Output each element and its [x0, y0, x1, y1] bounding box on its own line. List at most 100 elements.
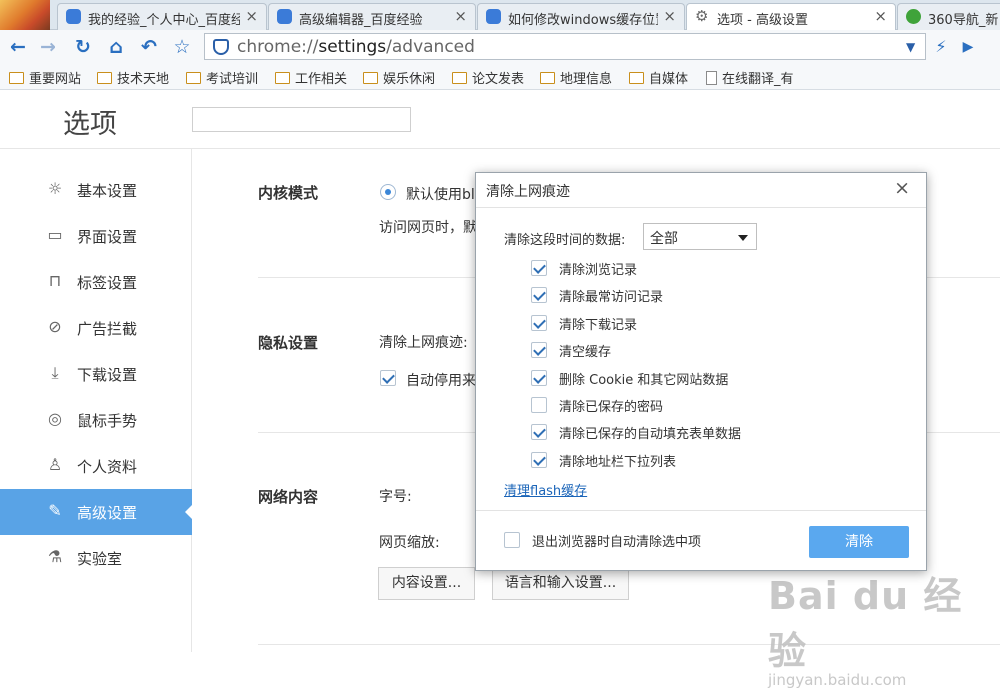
clear-option-checkbox[interactable] — [531, 260, 547, 276]
flask-icon: ⚗ — [47, 547, 63, 566]
bookmark-folder[interactable]: 地理信息 — [540, 68, 612, 87]
bookmark-folder[interactable]: 自媒体 — [629, 68, 688, 87]
baidu-paw-icon — [66, 9, 81, 24]
sidebar-item-basic[interactable]: ☼ 基本设置 — [0, 167, 192, 213]
language-settings-button[interactable]: 语言和输入设置... — [492, 567, 629, 600]
undo-close-icon[interactable]: ↶ — [138, 36, 160, 58]
sidebar-item-label: 基本设置 — [77, 182, 138, 200]
tab-my-experience[interactable]: 我的经验_个人中心_百度经 × — [57, 3, 267, 30]
bookmark-folder[interactable]: 技术天地 — [97, 68, 169, 87]
user-avatar[interactable] — [0, 0, 50, 30]
refresh-icon[interactable]: ↻ — [72, 36, 94, 58]
address-dropdown-icon[interactable]: ▼ — [906, 40, 915, 54]
tab-title: 选项 - 高级设置 — [717, 13, 808, 28]
sidebar-item-lab[interactable]: ⚗ 实验室 — [0, 535, 192, 581]
close-icon[interactable]: × — [874, 7, 887, 25]
auto-disable-checkbox[interactable] — [380, 370, 396, 386]
clear-option-label: 清除浏览记录 — [559, 263, 638, 278]
clear-option-checkbox[interactable] — [531, 397, 547, 413]
divider — [476, 510, 926, 511]
bookmark-page[interactable]: 在线翻译_有 — [706, 68, 794, 87]
bookmark-folder[interactable]: 娱乐休闲 — [363, 68, 435, 87]
bookmark-folder[interactable]: 论文发表 — [452, 68, 524, 87]
section-title-web-content: 网络内容 — [258, 488, 319, 506]
lightning-icon[interactable]: ⚡ — [930, 36, 952, 58]
play-icon[interactable]: ▶ — [957, 36, 979, 58]
back-icon[interactable]: ← — [7, 36, 29, 58]
page-zoom-label: 网页缩放: — [379, 535, 440, 551]
folder-icon — [186, 72, 201, 84]
sidebar-item-label: 下载设置 — [77, 366, 138, 384]
bookmark-folder[interactable]: 重要网站 — [9, 68, 81, 87]
close-icon[interactable]: × — [894, 177, 910, 199]
tab-advanced-editor[interactable]: 高级编辑器_百度经验 × — [268, 3, 476, 30]
auto-disable-label: 自动停用来 — [406, 373, 476, 389]
tab-360-nav[interactable]: 360导航_新 — [897, 3, 1000, 30]
sidebar-item-interface[interactable]: ▭ 界面设置 — [0, 213, 192, 259]
star-icon[interactable]: ☆ — [171, 36, 193, 58]
forward-icon[interactable]: → — [37, 36, 59, 58]
tab-title: 360导航_新 — [928, 13, 999, 28]
watermark-logo-text: Bai du 经验 — [768, 574, 963, 673]
clear-option-checkbox[interactable] — [531, 287, 547, 304]
settings-search-input[interactable] — [192, 107, 411, 132]
sidebar-item-download[interactable]: ⤓ 下载设置 — [0, 351, 192, 397]
mouse-icon: ◎ — [48, 409, 62, 428]
close-icon[interactable]: × — [245, 7, 258, 25]
clear-flash-cache-link[interactable]: 清理flash缓存 — [504, 480, 587, 499]
sidebar-item-adblock[interactable]: ⊘ 广告拦截 — [0, 305, 192, 351]
close-icon[interactable]: × — [663, 7, 676, 25]
shield-icon — [213, 39, 229, 55]
toolbar: ← → ↻ ⌂ ↶ ☆ chrome://settings/advanced ⚡… — [0, 30, 1000, 63]
sidebar-item-label: 鼠标手势 — [77, 412, 138, 430]
folder-icon — [9, 72, 24, 84]
tab-settings-advanced[interactable]: ⚙ 选项 - 高级设置 × — [686, 3, 896, 31]
tab-icon: ⊓ — [48, 271, 62, 290]
clear-option-checkbox[interactable] — [531, 369, 547, 386]
clear-option-checkbox[interactable] — [531, 314, 547, 331]
sidebar-item-tabs[interactable]: ⊓ 标签设置 — [0, 259, 192, 305]
bookmark-folder[interactable]: 考试培训 — [186, 68, 258, 87]
folder-icon — [363, 72, 378, 84]
block-icon: ⊘ — [48, 317, 62, 336]
clear-option-checkbox[interactable] — [531, 342, 547, 359]
sidebar-item-advanced[interactable]: ✎ 高级设置 — [0, 489, 193, 535]
bookmark-folder[interactable]: 工作相关 — [275, 68, 347, 87]
clear-option-label: 清除已保存的自动填充表单数据 — [559, 427, 742, 443]
kernel-radio[interactable] — [380, 184, 396, 200]
chevron-down-icon — [738, 235, 748, 241]
watermark-url: jingyan.baidu.com — [768, 671, 907, 689]
sidebar-item-label: 界面设置 — [77, 228, 138, 246]
tab-windows-cache[interactable]: 如何修改windows缓存位置 × — [477, 3, 685, 30]
tab-title: 如何修改windows缓存位置 — [508, 13, 658, 28]
section-title-kernel: 内核模式 — [258, 184, 319, 202]
exit-auto-clear-checkbox[interactable] — [504, 532, 520, 548]
clear-button[interactable]: 清除 — [809, 526, 909, 558]
sidebar-item-mouse-gesture[interactable]: ◎ 鼠标手势 — [0, 397, 192, 443]
baidu-paw-icon — [486, 9, 501, 24]
baidu-paw-icon — [277, 9, 292, 24]
bookmarks-bar: 重要网站 技术天地 考试培训 工作相关 娱乐休闲 论文发表 地理信息 自媒体 在… — [0, 63, 1000, 90]
extension-icon[interactable] — [985, 36, 1000, 58]
close-icon[interactable]: × — [454, 7, 467, 25]
clear-option-label: 清除最常访问记录 — [559, 290, 664, 306]
sidebar-item-label: 标签设置 — [77, 274, 138, 292]
exit-auto-clear-label: 退出浏览器时自动清除选中项 — [532, 535, 702, 550]
person-icon: ♙ — [47, 455, 63, 474]
sidebar-item-label: 广告拦截 — [77, 320, 138, 338]
home-icon[interactable]: ⌂ — [105, 36, 127, 58]
clear-option-checkbox[interactable] — [531, 424, 547, 441]
clear-option-label: 清除地址栏下拉列表 — [559, 454, 677, 470]
tab-title: 高级编辑器_百度经验 — [299, 13, 423, 28]
sidebar-item-profile[interactable]: ♙ 个人资料 — [0, 443, 192, 489]
time-range-select[interactable]: 全部 — [643, 223, 757, 250]
content-settings-button[interactable]: 内容设置... — [378, 567, 475, 600]
address-bar[interactable]: chrome://settings/advanced — [204, 33, 926, 60]
time-range-label: 清除这段时间的数据: — [504, 233, 626, 248]
baidu-watermark: Bai du 经验 jingyan.baidu.com — [768, 565, 1000, 689]
clear-option-checkbox[interactable] — [531, 451, 547, 468]
time-range-value: 全部 — [650, 231, 678, 247]
tab-title: 我的经验_个人中心_百度经 — [88, 13, 240, 28]
url-text: chrome://settings/advanced — [237, 37, 475, 57]
sidebar-item-label: 高级设置 — [77, 504, 138, 522]
